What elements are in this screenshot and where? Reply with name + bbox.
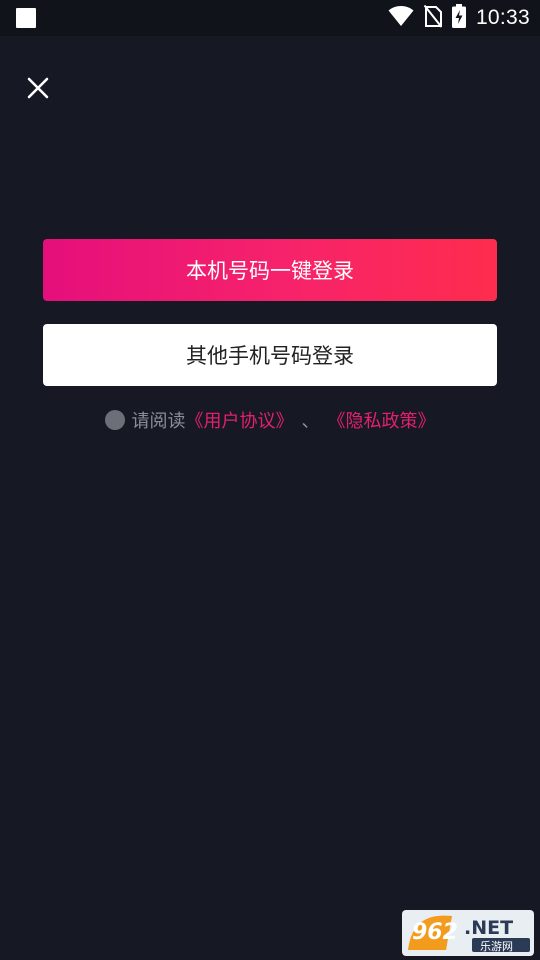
notification-square-icon bbox=[16, 8, 36, 28]
close-icon bbox=[27, 77, 49, 99]
agreement-prefix: 请阅读 bbox=[131, 411, 186, 432]
status-time: 10:33 bbox=[475, 6, 530, 29]
status-bar: 10:33 bbox=[0, 0, 540, 36]
other-phone-login-button[interactable]: 其他手机号码登录 bbox=[43, 324, 497, 386]
svg-text:.NET: .NET bbox=[464, 917, 513, 939]
battery-charging-icon bbox=[451, 4, 466, 32]
no-sim-icon bbox=[423, 4, 443, 32]
close-button[interactable] bbox=[22, 72, 54, 104]
svg-text:962: 962 bbox=[412, 920, 458, 945]
agreement-row: 请阅读 《用户协议》 、 《隐私政策》 bbox=[0, 406, 540, 434]
user-agreement-link[interactable]: 《用户协议》 bbox=[186, 407, 294, 433]
one-click-login-label: 本机号码一键登录 bbox=[186, 259, 354, 283]
one-click-login-button[interactable]: 本机号码一键登录 bbox=[43, 239, 497, 301]
privacy-policy-link[interactable]: 《隐私政策》 bbox=[328, 407, 436, 433]
other-phone-login-label: 其他手机号码登录 bbox=[186, 344, 354, 368]
status-icons: 10:33 bbox=[388, 0, 530, 36]
watermark-logo: 962 .NET 乐游网 bbox=[402, 910, 534, 956]
svg-text:乐游网: 乐游网 bbox=[480, 940, 513, 953]
agreement-separator: 、 bbox=[301, 411, 320, 432]
agree-radio[interactable] bbox=[104, 410, 125, 430]
wifi-icon bbox=[388, 5, 414, 31]
